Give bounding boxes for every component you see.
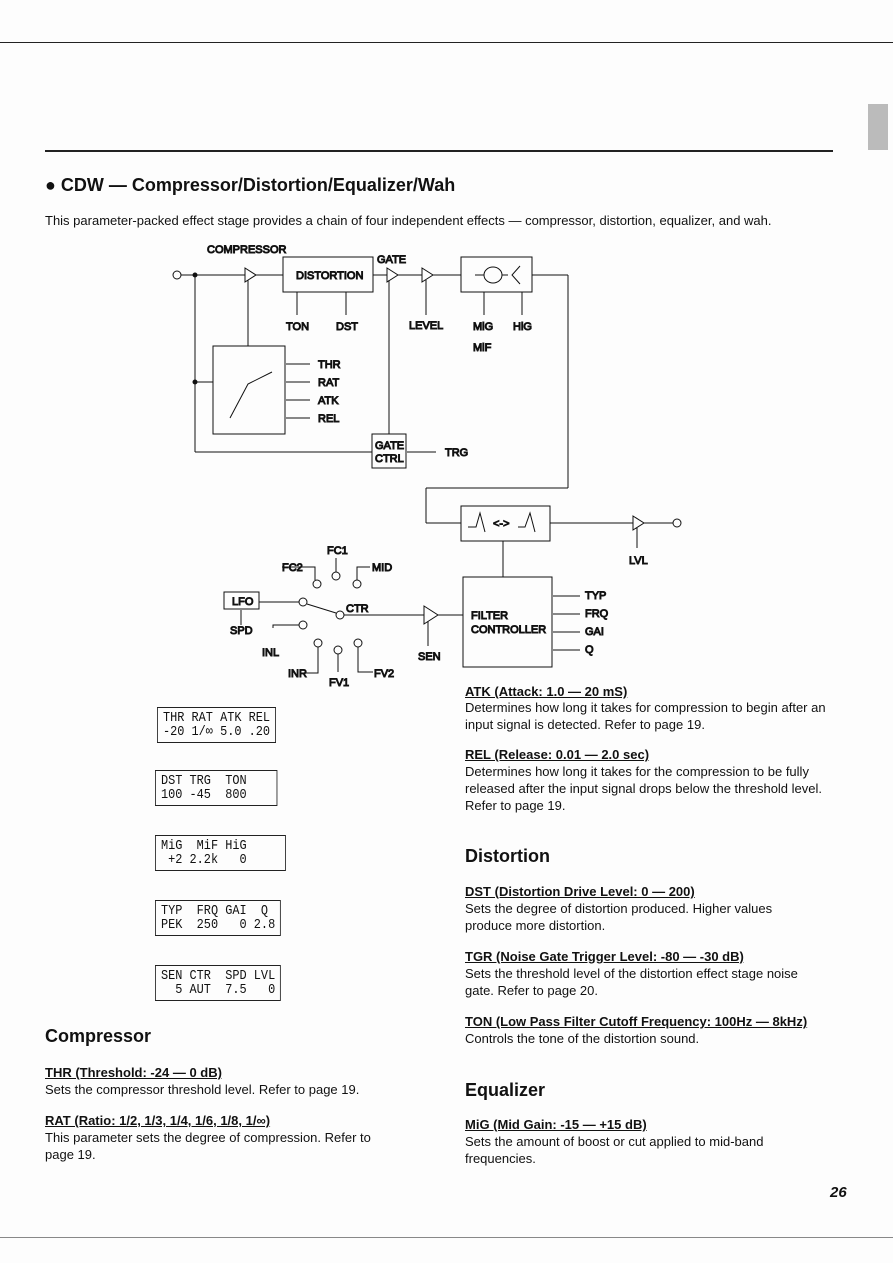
svg-text:GATE: GATE [377,254,406,266]
param-atk-title: ATK (Attack: 1.0 — 20 mS) [465,684,628,699]
svg-text:SPD: SPD [230,625,253,637]
svg-text:TON: TON [286,321,309,333]
svg-text:REL: REL [318,413,339,425]
lcd-equalizer: MiG MiF HiG +2 2.2k 0 [155,835,286,871]
svg-text:CTR: CTR [346,603,369,615]
svg-text:MiF: MiF [473,342,492,354]
param-mig-title: MiG (Mid Gain: -15 — +15 dB) [465,1117,647,1132]
svg-text:FV1: FV1 [329,677,349,689]
param-tgr-text: Sets the threshold level of the distorti… [465,966,798,998]
svg-text:MID: MID [372,562,392,574]
svg-text:CTRL: CTRL [375,453,404,465]
lcd-distortion: DST TRG TON 100 -45 800 [155,770,278,806]
svg-text:DST: DST [336,321,358,333]
svg-text:GAI: GAI [585,626,604,638]
param-rel-text: Determines how long it takes for the com… [465,764,822,813]
param-dst-text: Sets the degree of distortion produced. … [465,901,773,933]
input-jack [172,270,182,280]
compressor-amp [244,267,257,283]
svg-text:THR: THR [318,359,341,371]
svg-text:TRG: TRG [445,447,468,459]
svg-text:TYP: TYP [585,590,606,602]
param-atk-text: Determines how long it takes for compres… [465,700,826,732]
svg-text:FC2: FC2 [282,562,303,574]
signal-flow-diagram: COMPRESSOR DISTORTION GATE TON DST LEVEL M… [172,244,682,690]
gate-amp [386,267,399,283]
distortion-heading: Distortion [465,846,550,866]
param-rat-text: This parameter sets the degree of compre… [45,1130,371,1162]
lcd-wah-filter: TYP FRQ GAI Q PEK 250 0 2.8 [155,900,282,936]
compressor-box [212,345,286,435]
label-compressor: COMPRESSOR [207,244,287,256]
svg-text:ATK: ATK [318,395,339,407]
param-ton-text: Controls the tone of the distortion soun… [465,1031,700,1046]
svg-text:INL: INL [262,647,279,659]
lcd-compressor: THR RAT ATK REL -20 1/∞ 5.0 .20 [157,707,277,743]
svg-text:MiG: MiG [473,321,493,333]
equalizer-heading: Equalizer [465,1080,546,1100]
sensitivity-amp [423,605,439,625]
page-number: 26 [830,1184,847,1201]
level-amp [421,267,434,283]
svg-text:LFO: LFO [232,596,254,608]
eq-box [460,256,533,293]
param-dst-title: DST (Distortion Drive Level: 0 — 200) [465,884,695,899]
param-rel-title: REL (Release: 0.01 — 2.0 sec) [465,747,650,762]
svg-text:SEN: SEN [418,651,441,663]
param-mig-text: Sets the amount of boost or cut applied … [465,1134,764,1166]
svg-text:Q: Q [585,644,594,656]
svg-text:FV2: FV2 [374,668,394,680]
svg-text:<->: <-> [493,518,510,530]
compressor-heading: Compressor [45,1026,152,1046]
svg-text:GATE: GATE [375,440,404,452]
svg-text:DISTORTION: DISTORTION [296,270,363,282]
param-thr-title: THR (Threshold: -24 — 0 dB) [45,1065,222,1080]
output-jack [672,518,682,528]
param-thr-text: Sets the compressor threshold level. Ref… [45,1082,360,1097]
svg-text:FILTER: FILTER [471,610,508,622]
svg-text:RAT: RAT [318,377,339,389]
lcd-wah-controller: SEN CTR SPD LVL 5 AUT 7.5 0 [155,965,282,1001]
bottom-border [0,1237,893,1238]
svg-text:INR: INR [288,668,307,680]
svg-text:HiG: HiG [513,321,532,333]
manual-page: ● CDW — Compressor/Distortion/Equalizer/… [0,0,893,1263]
filter-controller-box [462,576,553,668]
param-rat-title: RAT (Ratio: 1/2, 1/3, 1/4, 1/6, 1/8, 1/∞… [45,1113,271,1128]
param-tgr-title: TGR (Noise Gate Trigger Level: -80 — -30… [465,949,744,964]
svg-text:CONTROLLER: CONTROLLER [471,624,546,636]
param-ton-title: TON (Low Pass Filter Cutoff Frequency: 1… [465,1014,808,1029]
svg-text:FRQ: FRQ [585,608,609,620]
output-amp [632,515,645,531]
svg-text:FC1: FC1 [327,545,348,557]
svg-text:LEVEL: LEVEL [409,320,443,332]
svg-text:LVL: LVL [629,555,648,567]
